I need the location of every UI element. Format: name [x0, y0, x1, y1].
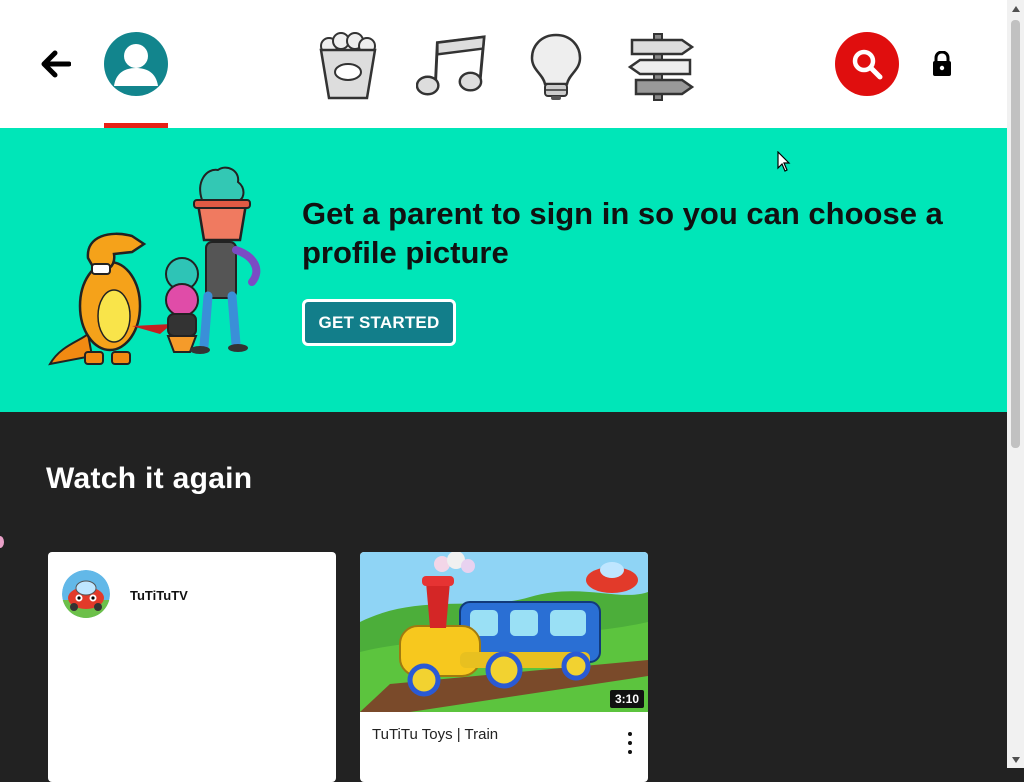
video-duration-badge: 3:10 [609, 690, 644, 708]
video-card[interactable]: 3:10 TuTiTu Toys | Train [360, 552, 648, 782]
music-note-icon [416, 35, 486, 96]
signpost-icon [627, 33, 695, 101]
parent-lock-button[interactable] [926, 48, 958, 80]
scroll-up-button[interactable] [1007, 0, 1024, 17]
characters-illustration [48, 166, 261, 366]
sign-in-banner: Get a parent to sign in so you can choos… [0, 128, 1007, 412]
category-shows-button[interactable] [313, 30, 383, 104]
search-icon [852, 49, 883, 80]
profile-button[interactable] [104, 32, 168, 96]
vertical-scrollbar[interactable] [1007, 0, 1024, 768]
triangle-up-icon [1011, 5, 1020, 12]
category-explore-button[interactable] [626, 30, 696, 104]
category-music-button[interactable] [416, 30, 486, 104]
top-bar [0, 0, 1007, 128]
more-options-button[interactable] [622, 732, 638, 754]
lock-icon [933, 51, 951, 76]
search-button[interactable] [835, 32, 899, 96]
get-started-button[interactable]: GET STARTED [302, 299, 456, 346]
watch-again-heading: Watch it again [46, 462, 253, 495]
banner-title: Get a parent to sign in so you can choos… [302, 196, 943, 270]
edge-decoration [0, 536, 4, 548]
arrow-left-icon [41, 50, 71, 78]
back-button[interactable] [38, 46, 74, 82]
lightbulb-icon [530, 33, 582, 100]
channel-card[interactable]: TuTiTuTV [48, 552, 336, 782]
category-learning-button[interactable] [521, 30, 591, 104]
scrollbar-thumb[interactable] [1011, 20, 1020, 448]
more-vert-icon [628, 732, 632, 736]
train-thumbnail-image [360, 552, 648, 712]
video-thumbnail[interactable]: 3:10 [360, 552, 648, 712]
channel-avatar [62, 570, 110, 618]
scroll-down-button[interactable] [1007, 751, 1024, 768]
triangle-down-icon [1011, 756, 1020, 763]
channel-name: TuTiTuTV [130, 588, 188, 603]
video-title: TuTiTu Toys | Train [372, 726, 499, 743]
popcorn-icon [319, 32, 377, 100]
car-character-image [62, 570, 110, 618]
person-icon [114, 44, 158, 86]
mouse-cursor-icon [777, 151, 791, 172]
